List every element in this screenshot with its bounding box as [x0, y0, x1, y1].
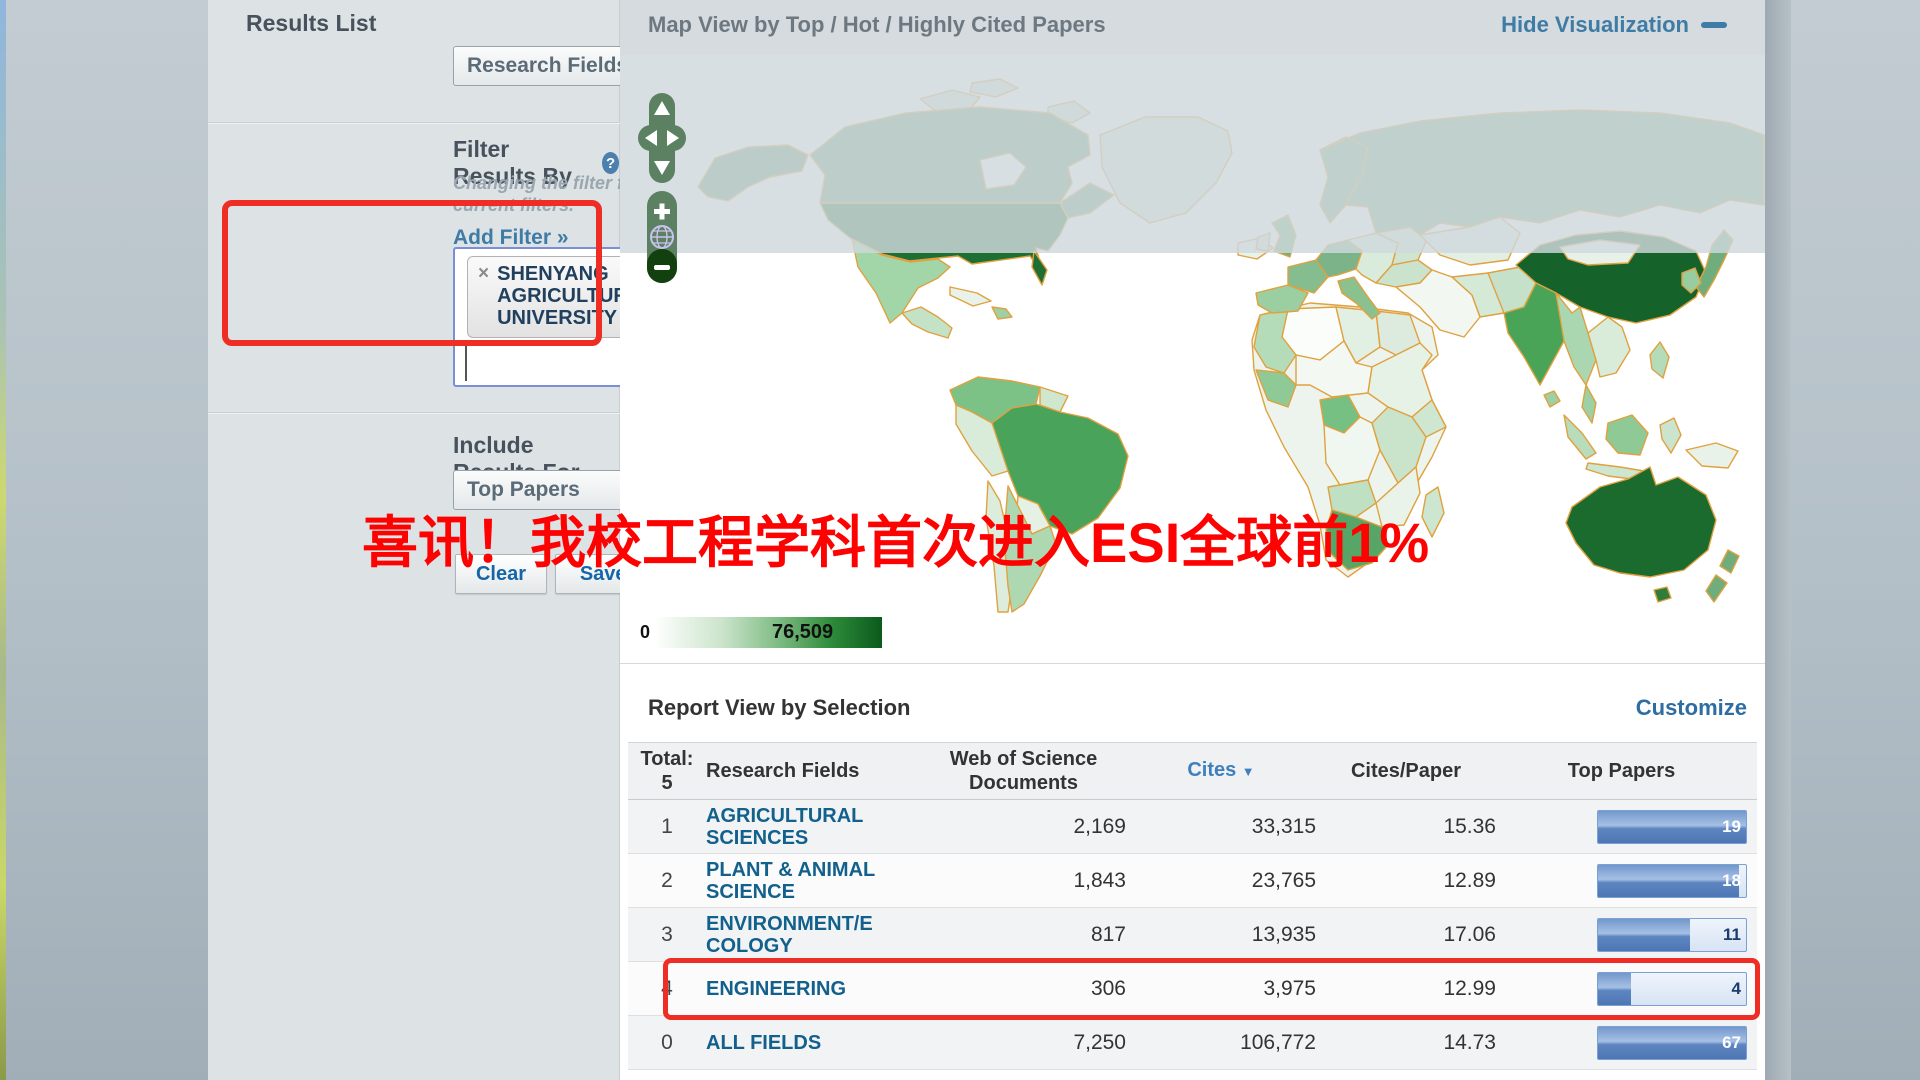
pan-control-icon [638, 93, 686, 183]
column-header-documents[interactable]: Web of Science Documents [921, 747, 1126, 795]
table-row: 1 AGRICULTURALSCIENCES 2,169 33,315 15.3… [628, 800, 1757, 854]
total-count-header: Total: 5 [628, 747, 706, 795]
text-cursor [465, 345, 467, 381]
panel-edge-shadow [1765, 0, 1791, 1080]
zoom-pill [647, 191, 677, 283]
top-papers-bar: 11 [1597, 918, 1747, 952]
announcement-text: 喜讯！我校工程学科首次进入ESI全球前1% [362, 498, 1429, 579]
field-link[interactable]: ENVIRONMENT/ECOLOGY [706, 913, 873, 957]
hide-visualization-link[interactable]: Hide Visualization [1501, 12, 1727, 38]
legend-gradient-bar: 76,509 [654, 617, 882, 648]
report-table: Total: 5 Research Fields Web of Science … [628, 742, 1757, 1070]
top-papers-bar: 19 [1597, 810, 1747, 844]
choropleth-legend: 0 76,509 [626, 617, 882, 648]
column-header-top-papers[interactable]: Top Papers [1496, 759, 1757, 783]
table-row: 0 ALL FIELDS 7,250 106,772 14.73 67 [628, 1016, 1757, 1070]
map-top-overlay-band [620, 55, 1765, 253]
sort-desc-icon: ▼ [1242, 764, 1255, 779]
column-header-research-fields[interactable]: Research Fields [706, 759, 921, 783]
results-list-title: Results List [208, 10, 404, 37]
map-zoom-controls[interactable] [636, 91, 688, 287]
report-view-title: Report View by Selection [648, 695, 910, 721]
highlight-box-filter [222, 200, 602, 346]
panel-divider [620, 663, 1765, 664]
map-header-bar: Map View by Top / Hot / Highly Cited Pap… [620, 0, 1765, 55]
table-row: 3 ENVIRONMENT/ECOLOGY 817 13,935 17.06 1… [628, 908, 1757, 962]
highlight-box-engineering-row [663, 958, 1760, 1020]
background-edge-stripe [0, 0, 6, 1080]
help-icon[interactable]: ? [602, 152, 619, 174]
legend-min-value: 0 [626, 622, 654, 643]
column-header-cites[interactable]: Cites ▼ [1126, 758, 1316, 784]
field-link[interactable]: AGRICULTURALSCIENCES [706, 805, 863, 849]
customize-link[interactable]: Customize [1636, 695, 1747, 721]
column-header-cites-per-paper[interactable]: Cites/Paper [1316, 759, 1496, 783]
desktop-background: Results List Research Fields ▾ Filter Re… [0, 0, 1920, 1080]
legend-max-value: 76,509 [772, 621, 833, 644]
top-papers-bar: 18 [1597, 864, 1747, 898]
field-link[interactable]: PLANT & ANIMALSCIENCE [706, 859, 875, 903]
map-view-title: Map View by Top / Hot / Highly Cited Pap… [648, 12, 1106, 38]
table-row: 2 PLANT & ANIMALSCIENCE 1,843 23,765 12.… [628, 854, 1757, 908]
top-papers-bar: 67 [1597, 1026, 1747, 1060]
field-link[interactable]: ALL FIELDS [706, 1032, 821, 1054]
minus-icon [1701, 22, 1727, 28]
section-divider [208, 412, 620, 414]
section-divider [208, 122, 620, 124]
table-header-row: Total: 5 Research Fields Web of Science … [628, 742, 1757, 800]
